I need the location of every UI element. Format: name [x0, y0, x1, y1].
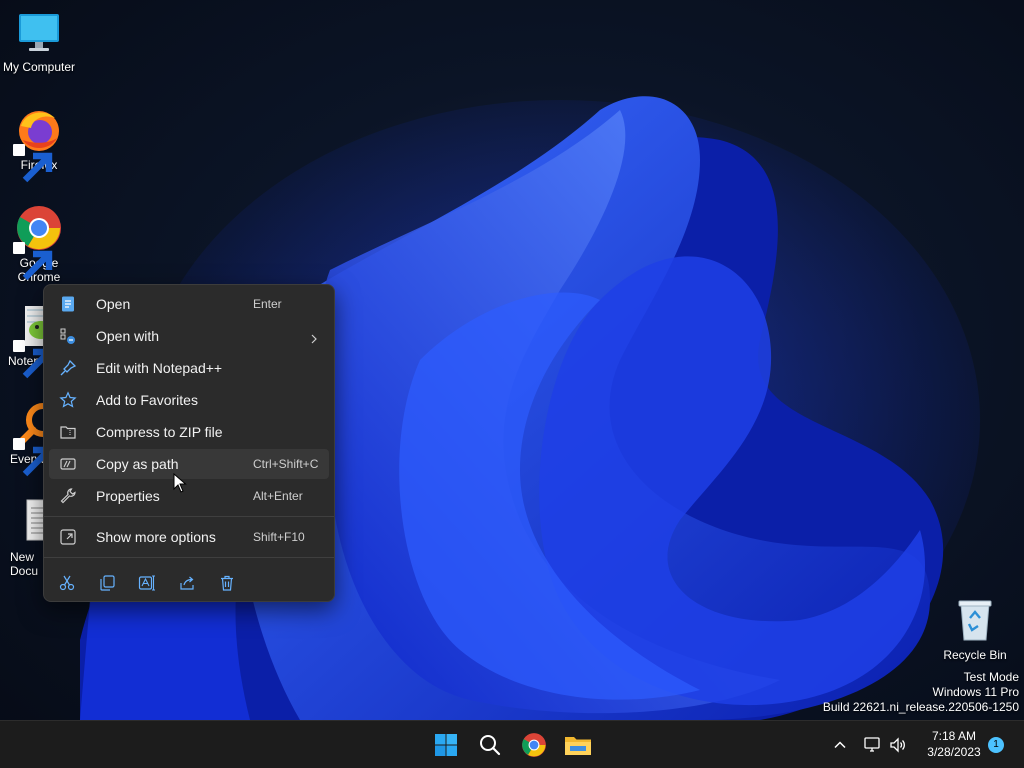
copy-icon — [98, 574, 116, 592]
menu-item-shortcut: Shift+F10 — [253, 530, 305, 544]
desktop-icon-label: Recycle Bin — [943, 648, 1007, 662]
context-menu: Open Enter Open with Edit with Notepad++… — [43, 284, 335, 602]
file-explorer-icon — [565, 737, 591, 755]
cut-icon — [58, 574, 76, 592]
desktop-icon-firefox[interactable]: Firefox — [0, 106, 78, 183]
search-icon — [480, 735, 501, 756]
watermark-line: Test Mode — [963, 670, 1019, 684]
open-with-icon — [59, 327, 77, 345]
monitor-icon — [15, 8, 63, 56]
desktop-icon-recycle-bin[interactable]: Recycle Bin — [936, 596, 1014, 662]
chevron-up-icon — [834, 741, 846, 749]
rename-button[interactable] — [133, 569, 161, 597]
menu-item-open-with[interactable]: Open with — [49, 321, 329, 351]
start-button[interactable] — [426, 725, 466, 765]
firefox-icon — [13, 106, 63, 183]
menu-separator — [44, 516, 334, 517]
desktop-icon-label: My Computer — [2, 60, 76, 74]
menu-item-properties[interactable]: Properties Alt+Enter — [49, 481, 329, 511]
taskbar-chrome-button[interactable] — [514, 725, 554, 765]
delete-button[interactable] — [213, 569, 241, 597]
watermark-line: Windows 11 Pro — [932, 685, 1019, 699]
pin-icon — [59, 359, 77, 377]
menu-item-label: Edit with Notepad++ — [96, 360, 223, 376]
zip-folder-icon — [59, 423, 77, 441]
chrome-icon — [522, 733, 546, 757]
watermark-line: Build 22621.ni_release.220506-1250 — [822, 700, 1019, 714]
desktop-icon-my-computer[interactable]: My Computer — [0, 8, 78, 74]
menu-item-label: Open — [96, 296, 131, 312]
more-options-icon — [59, 528, 77, 546]
menu-item-add-to-favorites[interactable]: Add to Favorites — [49, 385, 329, 415]
menu-item-show-more-options[interactable]: Show more options Shift+F10 — [49, 522, 329, 552]
volume-button[interactable] — [884, 725, 912, 765]
wrench-icon — [59, 487, 77, 505]
menu-item-open[interactable]: Open Enter — [49, 289, 329, 319]
menu-item-edit-with-notepad-plus-plus[interactable]: Edit with Notepad++ — [49, 353, 329, 383]
copy-button[interactable] — [93, 569, 121, 597]
delete-icon — [218, 574, 236, 592]
taskbar: 7:18 AM 3/28/2023 1 — [0, 720, 1024, 768]
shortcut-arrow-icon — [13, 242, 53, 281]
share-button[interactable] — [173, 569, 201, 597]
network-button[interactable] — [858, 725, 886, 765]
chevron-right-icon — [309, 331, 319, 344]
copy-path-icon — [59, 455, 77, 473]
shortcut-arrow-icon — [13, 144, 53, 183]
clock-date: 3/28/2023 — [927, 745, 981, 759]
menu-item-shortcut: Alt+Enter — [253, 489, 303, 503]
test-mode-watermark: Test Mode Windows 11 Pro Build 22621.ni_… — [823, 670, 1019, 715]
shortcut-arrow-icon — [13, 340, 53, 379]
chrome-icon — [13, 204, 63, 281]
menu-separator — [44, 557, 334, 558]
menu-item-copy-as-path[interactable]: Copy as path Ctrl+Shift+C — [49, 449, 329, 479]
rename-icon — [138, 574, 156, 592]
share-icon — [178, 574, 196, 592]
windows-start-icon — [435, 734, 457, 756]
notepad-icon — [59, 295, 77, 313]
star-icon — [59, 391, 77, 409]
cut-button[interactable] — [53, 569, 81, 597]
network-icon — [864, 737, 880, 752]
taskbar-file-explorer-button[interactable] — [558, 725, 598, 765]
menu-item-shortcut: Ctrl+Shift+C — [253, 457, 319, 471]
menu-item-label: Add to Favorites — [96, 392, 198, 408]
menu-item-shortcut: Enter — [253, 297, 282, 311]
taskbar-search-button[interactable] — [470, 725, 510, 765]
menu-item-compress-to-zip[interactable]: Compress to ZIP file — [49, 417, 329, 447]
menu-item-label: Compress to ZIP file — [96, 424, 223, 440]
notification-badge[interactable]: 1 — [988, 737, 1004, 753]
volume-icon — [890, 737, 905, 753]
taskbar-clock[interactable]: 7:18 AM 3/28/2023 — [912, 728, 996, 760]
show-hidden-icons-button[interactable] — [822, 725, 858, 765]
recycle-bin-icon — [951, 596, 999, 644]
desktop-icon-google-chrome[interactable]: Google Chrome — [0, 204, 78, 284]
clock-time: 7:18 AM — [931, 729, 977, 743]
menu-item-label: Open with — [96, 328, 160, 344]
mouse-cursor-icon — [173, 473, 187, 493]
shortcut-arrow-icon — [13, 438, 53, 477]
